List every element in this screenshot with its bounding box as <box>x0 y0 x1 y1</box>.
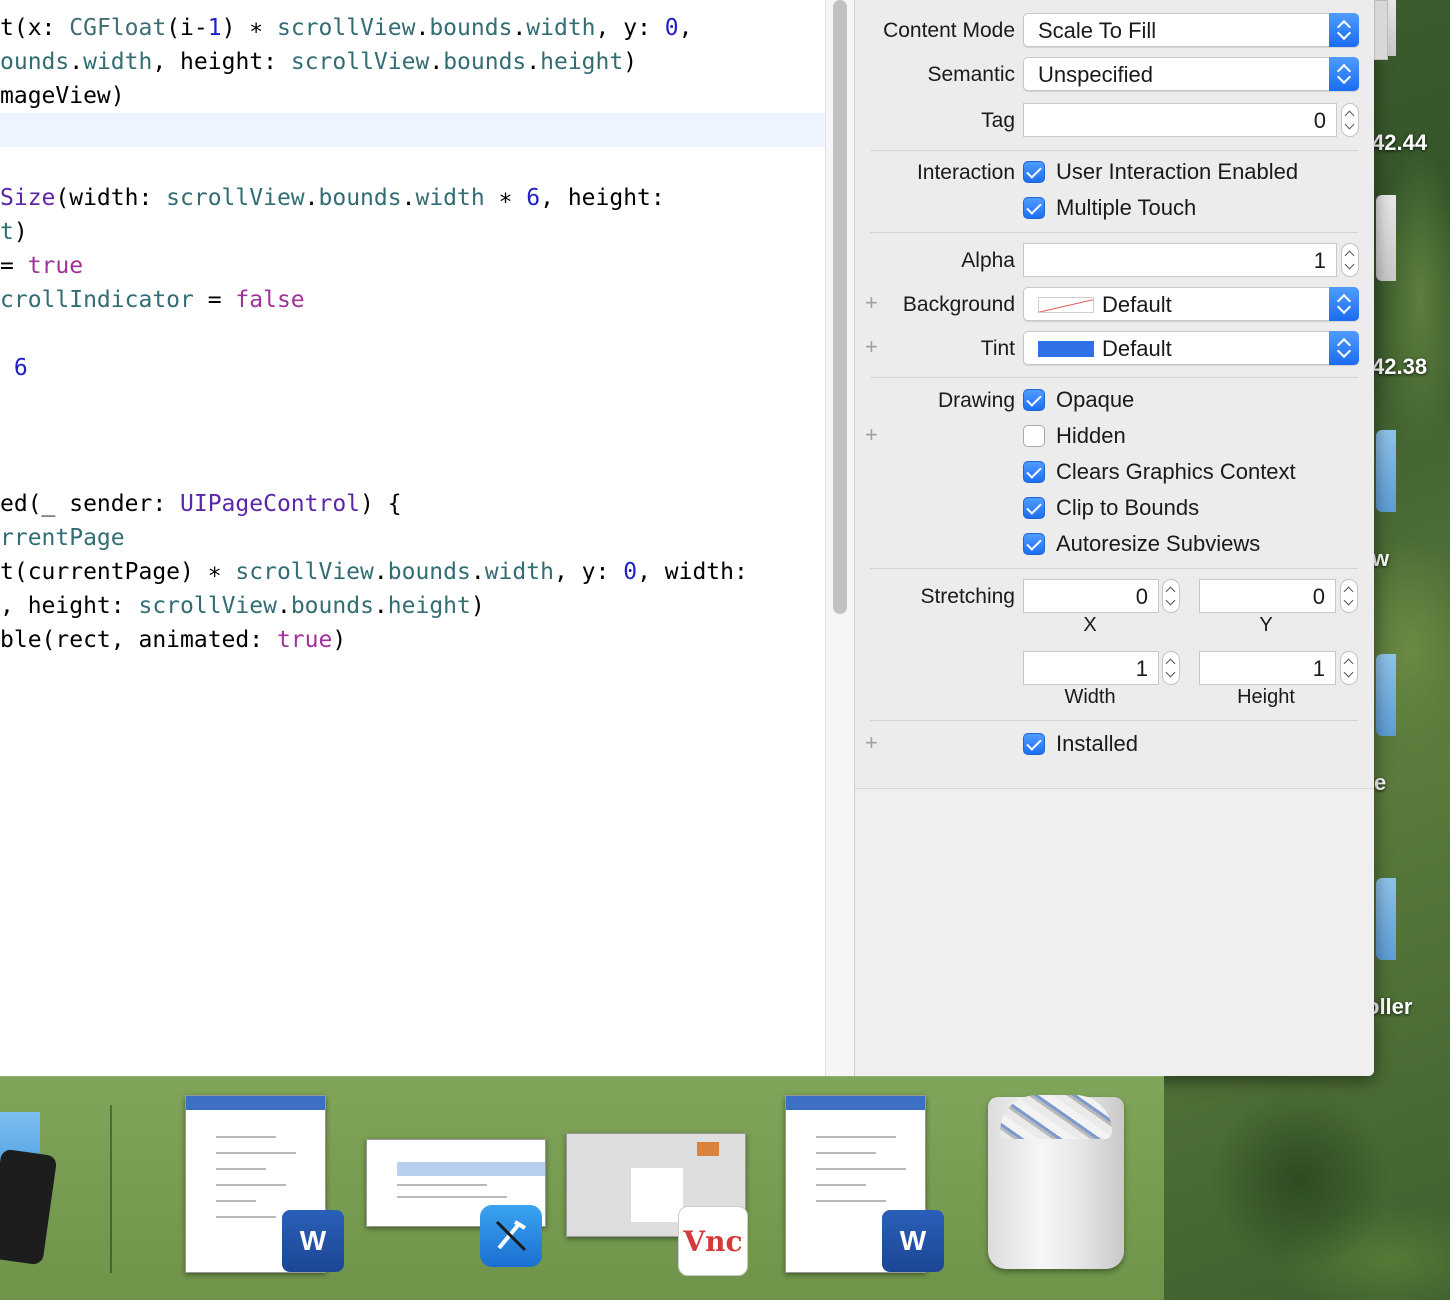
alpha-label: Alpha <box>961 249 1015 272</box>
installed-label[interactable]: Installed <box>1056 731 1138 757</box>
popup-arrows-icon <box>1329 331 1359 365</box>
stretch-x-stepper[interactable] <box>1162 579 1180 613</box>
stretching-label: Stretching <box>920 585 1015 608</box>
popup-arrows-icon <box>1329 287 1359 321</box>
code-line[interactable]: Size(width: scrollView.bounds.width ∗ 6,… <box>0 181 665 215</box>
user-interaction-label[interactable]: User Interaction Enabled <box>1056 159 1298 185</box>
clears-graphics-checkbox[interactable] <box>1023 461 1045 483</box>
editor-scrollbar[interactable] <box>825 0 855 1076</box>
content-mode-label: Content Mode <box>883 19 1015 42</box>
stretch-x-field[interactable]: 0 <box>1023 579 1159 613</box>
alpha-field[interactable]: 1 <box>1023 243 1337 277</box>
stretch-width-field[interactable]: 1 <box>1023 651 1159 685</box>
opaque-checkbox[interactable] <box>1023 389 1045 411</box>
background-window-edge <box>1374 0 1388 60</box>
stretch-y-field[interactable]: 0 <box>1199 579 1336 613</box>
content-mode-popup[interactable]: Scale To Fill <box>1023 13 1359 47</box>
tint-value: Default <box>1102 336 1172 361</box>
divider <box>870 377 1358 378</box>
clip-to-bounds-label[interactable]: Clip to Bounds <box>1056 495 1199 521</box>
add-variation-icon[interactable]: + <box>865 422 878 448</box>
divider <box>870 150 1358 151</box>
divider <box>870 720 1358 721</box>
code-line[interactable]: crollIndicator = false <box>0 283 305 317</box>
stretch-y-stepper[interactable] <box>1340 579 1358 613</box>
xcode-app-icon[interactable] <box>480 1205 542 1267</box>
semantic-value: Unspecified <box>1038 62 1153 87</box>
color-swatch-icon <box>1038 297 1094 313</box>
user-interaction-checkbox[interactable] <box>1023 161 1045 183</box>
multiple-touch-label[interactable]: Multiple Touch <box>1056 195 1196 221</box>
stretch-height-label: Height <box>1237 686 1295 708</box>
autoresize-checkbox[interactable] <box>1023 533 1045 555</box>
alpha-stepper[interactable] <box>1341 243 1359 277</box>
desktop-label[interactable]: e <box>1374 770 1386 796</box>
stretch-x-label: X <box>1083 614 1097 636</box>
current-line-highlight <box>0 113 825 147</box>
attributes-inspector: Content Mode Scale To Fill Semantic Unsp… <box>855 0 1374 1076</box>
code-line[interactable]: = true <box>0 249 83 283</box>
desktop-label[interactable]: 42.38 <box>1372 354 1427 380</box>
clears-graphics-label[interactable]: Clears Graphics Context <box>1056 459 1296 485</box>
desktop-label[interactable]: 42.44 <box>1372 130 1427 156</box>
tint-popup[interactable]: Default <box>1023 331 1359 365</box>
background-value: Default <box>1102 292 1172 317</box>
interaction-label: Interaction <box>916 161 1015 184</box>
multiple-touch-checkbox[interactable] <box>1023 197 1045 219</box>
hidden-checkbox[interactable] <box>1023 425 1045 447</box>
autoresize-label[interactable]: Autoresize Subviews <box>1056 531 1260 557</box>
hammer-icon <box>495 1220 527 1252</box>
code-line[interactable]: t(currentPage) ∗ scrollView.bounds.width… <box>0 555 748 589</box>
installed-checkbox[interactable] <box>1023 733 1045 755</box>
content-mode-value: Scale To Fill <box>1038 18 1157 43</box>
code-line[interactable]: 6 <box>0 351 28 385</box>
code-line[interactable]: rrentPage <box>0 521 125 555</box>
code-line[interactable]: t) <box>0 215 28 249</box>
tint-label: Tint <box>980 337 1015 360</box>
background-label: Background <box>902 293 1015 316</box>
semantic-label: Semantic <box>927 63 1015 86</box>
color-swatch-icon <box>1038 341 1094 357</box>
code-editor[interactable]: t(x: CGFloat(i-1) ∗ scrollView.bounds.wi… <box>0 0 825 1076</box>
popup-arrows-icon <box>1329 57 1359 91</box>
desktop-file-icon[interactable] <box>1376 195 1396 281</box>
hidden-label[interactable]: Hidden <box>1056 423 1126 449</box>
trash-icon[interactable] <box>988 1095 1124 1269</box>
stretch-y-label: Y <box>1259 614 1273 636</box>
divider <box>870 568 1358 569</box>
background-popup[interactable]: Default <box>1023 287 1359 321</box>
popup-arrows-icon <box>1329 13 1359 47</box>
inspector-empty-area <box>855 788 1374 1076</box>
tag-label: Tag <box>981 109 1015 132</box>
code-line[interactable]: mageView) <box>0 79 125 113</box>
xcode-window: t(x: CGFloat(i-1) ∗ scrollView.bounds.wi… <box>0 0 1374 1076</box>
vnc-app-icon[interactable]: Vnc <box>678 1206 748 1276</box>
stretch-height-stepper[interactable] <box>1340 651 1358 685</box>
stretch-width-stepper[interactable] <box>1162 651 1180 685</box>
folder-icon[interactable] <box>1376 878 1396 960</box>
opaque-label[interactable]: Opaque <box>1056 387 1134 413</box>
desktop-label[interactable]: w <box>1372 546 1389 572</box>
dock-divider <box>110 1105 112 1273</box>
add-variation-icon[interactable]: + <box>865 730 878 756</box>
tag-stepper[interactable] <box>1341 103 1359 137</box>
code-line[interactable]: ble(rect, animated: true) <box>0 623 346 657</box>
folder-icon[interactable] <box>1376 654 1396 736</box>
code-line[interactable]: , height: scrollView.bounds.height) <box>0 589 485 623</box>
code-line[interactable]: t(x: CGFloat(i-1) ∗ scrollView.bounds.wi… <box>0 11 693 45</box>
stretch-height-field[interactable]: 1 <box>1199 651 1336 685</box>
semantic-popup[interactable]: Unspecified <box>1023 57 1359 91</box>
folder-icon[interactable] <box>1376 430 1396 512</box>
divider <box>870 232 1358 233</box>
word-app-icon[interactable]: W <box>882 1210 944 1272</box>
clip-to-bounds-checkbox[interactable] <box>1023 497 1045 519</box>
drawing-label: Drawing <box>937 389 1015 412</box>
tag-field[interactable]: 0 <box>1023 103 1337 137</box>
code-line[interactable]: ed(_ sender: UIPageControl) { <box>0 487 402 521</box>
scroll-thumb[interactable] <box>833 0 847 614</box>
stretch-width-label: Width <box>1064 686 1116 708</box>
code-line[interactable]: ounds.width, height: scrollView.bounds.h… <box>0 45 637 79</box>
word-app-icon[interactable]: W <box>282 1210 344 1272</box>
